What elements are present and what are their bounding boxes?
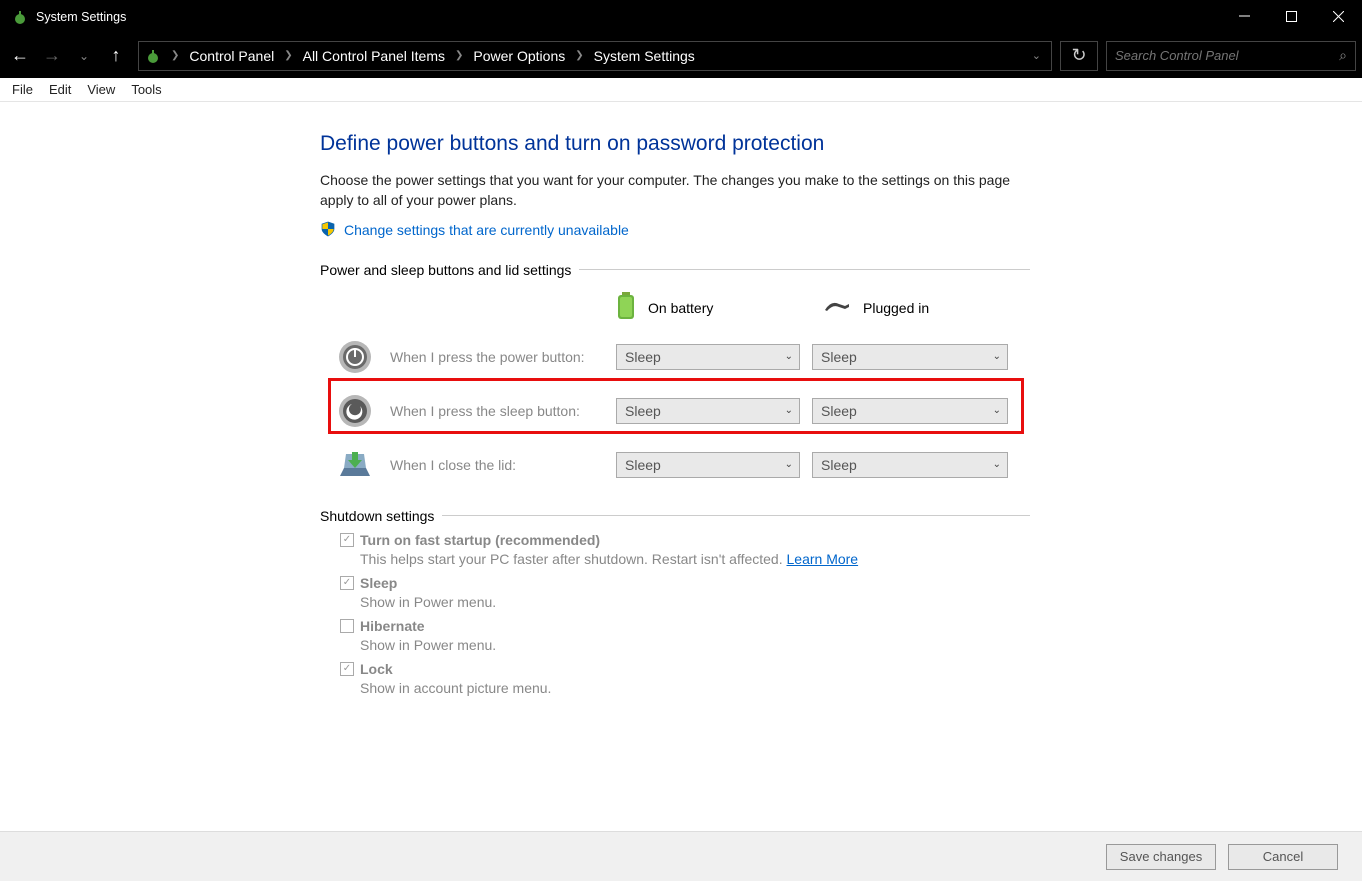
divider [579, 269, 1030, 270]
admin-link[interactable]: Change settings that are currently unava… [344, 222, 629, 238]
select-power-battery[interactable]: Sleep⌄ [616, 344, 800, 370]
check-label: Turn on fast startup (recommended) [360, 532, 600, 548]
chevron-right-icon: ❯ [569, 50, 589, 61]
check-sleep: Sleep Show in Power menu. [340, 575, 1030, 610]
chevron-down-icon: ⌄ [993, 459, 1001, 470]
column-header-plugged: Plugged in [863, 300, 929, 316]
row-power-button: When I press the power button: Sleep⌄ Sl… [320, 330, 1030, 384]
learn-more-link[interactable]: Learn More [787, 551, 859, 567]
cancel-button[interactable]: Cancel [1228, 844, 1338, 870]
section-header: Shutdown settings [320, 508, 434, 524]
select-lid-plugged[interactable]: Sleep⌄ [812, 452, 1008, 478]
checkbox[interactable] [340, 576, 354, 590]
section-header: Power and sleep buttons and lid settings [320, 262, 571, 278]
menu-file[interactable]: File [12, 82, 33, 97]
sleep-button-icon [320, 394, 390, 428]
breadcrumb[interactable]: System Settings [590, 46, 699, 66]
refresh-button[interactable]: ↻ [1060, 41, 1098, 71]
plug-icon [823, 298, 851, 317]
check-label: Sleep [360, 575, 397, 591]
search-box[interactable]: ⌕ [1106, 41, 1356, 71]
up-button[interactable]: ↑ [102, 41, 130, 71]
menu-bar: File Edit View Tools [0, 78, 1362, 102]
check-desc: Show in account picture menu. [360, 680, 1030, 696]
content-area: Define power buttons and turn on passwor… [0, 102, 1362, 881]
row-label: When I press the sleep button: [390, 403, 616, 419]
select-power-plugged[interactable]: Sleep⌄ [812, 344, 1008, 370]
page-title: Define power buttons and turn on passwor… [320, 132, 1030, 156]
chevron-right-icon: ❯ [278, 50, 298, 61]
checkbox[interactable] [340, 619, 354, 633]
check-hibernate: Hibernate Show in Power menu. [340, 618, 1030, 653]
checkbox[interactable] [340, 533, 354, 547]
check-label: Hibernate [360, 618, 425, 634]
breadcrumb[interactable]: Control Panel [185, 46, 278, 66]
select-lid-battery[interactable]: Sleep⌄ [616, 452, 800, 478]
address-history-dropdown[interactable]: ⌄ [1028, 49, 1045, 62]
maximize-button[interactable] [1268, 0, 1315, 33]
back-button[interactable]: ← [6, 41, 34, 71]
chevron-down-icon: ⌄ [993, 405, 1001, 416]
row-label: When I close the lid: [390, 457, 616, 473]
breadcrumb[interactable]: All Control Panel Items [299, 46, 449, 66]
check-label: Lock [360, 661, 393, 677]
power-button-icon [320, 340, 390, 374]
nav-bar: ← → ⌄ ↑ ❯ Control Panel ❯ All Control Pa… [0, 33, 1362, 78]
menu-view[interactable]: View [87, 82, 115, 97]
chevron-right-icon: ❯ [449, 50, 469, 61]
select-sleep-battery[interactable]: Sleep⌄ [616, 398, 800, 424]
column-header-battery: On battery [648, 300, 713, 316]
minimize-button[interactable] [1221, 0, 1268, 33]
select-sleep-plugged[interactable]: Sleep⌄ [812, 398, 1008, 424]
row-label: When I press the power button: [390, 349, 616, 365]
chevron-down-icon: ⌄ [993, 351, 1001, 362]
save-button[interactable]: Save changes [1106, 844, 1216, 870]
check-fast-startup: Turn on fast startup (recommended) This … [340, 532, 1030, 567]
checkbox[interactable] [340, 662, 354, 676]
close-button[interactable] [1315, 0, 1362, 33]
chevron-down-icon: ⌄ [785, 351, 793, 362]
app-icon [12, 9, 28, 25]
search-icon: ⌕ [1339, 47, 1347, 64]
menu-tools[interactable]: Tools [131, 82, 161, 97]
address-bar[interactable]: ❯ Control Panel ❯ All Control Panel Item… [138, 41, 1052, 71]
breadcrumb[interactable]: Power Options [469, 46, 569, 66]
history-dropdown[interactable]: ⌄ [70, 41, 98, 71]
chevron-down-icon: ⌄ [785, 405, 793, 416]
divider [442, 515, 1030, 516]
check-desc: Show in Power menu. [360, 594, 1030, 610]
check-desc: This helps start your PC faster after sh… [360, 551, 1030, 567]
row-close-lid: When I close the lid: Sleep⌄ Sleep⌄ [320, 438, 1030, 492]
window-title: System Settings [36, 10, 1221, 24]
search-input[interactable] [1115, 48, 1339, 63]
shield-icon [320, 221, 336, 240]
check-lock: Lock Show in account picture menu. [340, 661, 1030, 696]
battery-icon [616, 292, 636, 323]
page-subtitle: Choose the power settings that you want … [320, 170, 1030, 211]
laptop-lid-icon [320, 450, 390, 480]
check-desc: Show in Power menu. [360, 637, 1030, 653]
footer: Save changes Cancel [0, 831, 1362, 881]
title-bar: System Settings [0, 0, 1362, 33]
forward-button[interactable]: → [38, 41, 66, 71]
chevron-right-icon: ❯ [165, 50, 185, 61]
row-sleep-button: When I press the sleep button: Sleep⌄ Sl… [320, 384, 1030, 438]
menu-edit[interactable]: Edit [49, 82, 71, 97]
power-icon [145, 48, 161, 64]
chevron-down-icon: ⌄ [785, 459, 793, 470]
